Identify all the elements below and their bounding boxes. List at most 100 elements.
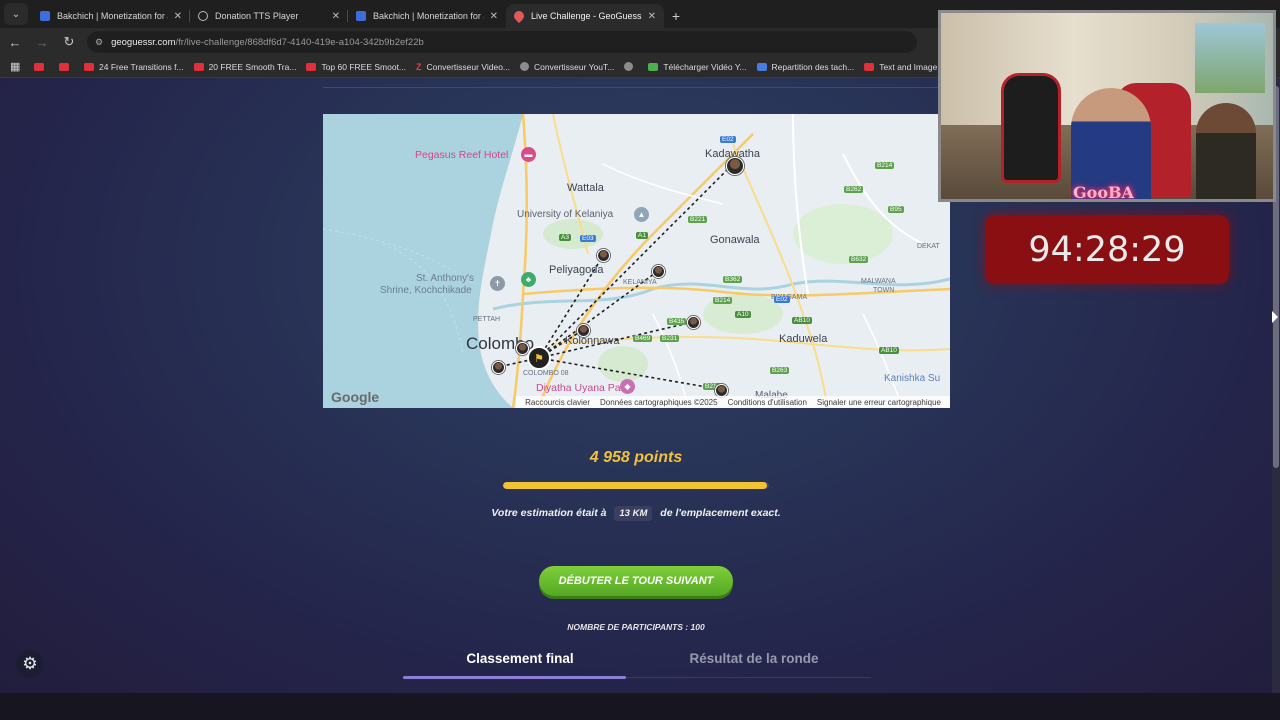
doc-icon [756, 62, 767, 71]
score-progress-fill [503, 482, 767, 489]
reload-icon[interactable]: ↻ [57, 30, 81, 54]
bookmark-item[interactable] [34, 62, 49, 71]
url-domain: geoguessr.com [111, 36, 176, 48]
gear-icon[interactable]: ⚙ [16, 650, 44, 678]
bookmark-list: 24 Free Transitions f... 20 FREE Smooth T… [24, 62, 958, 72]
bookmark-item[interactable]: 24 Free Transitions f... [84, 62, 184, 72]
map-label-university: University of Kelaniya [517, 209, 614, 220]
next-round-button[interactable]: DÉBUTER LE TOUR SUIVANT [539, 566, 733, 596]
close-icon[interactable]: ✕ [332, 11, 340, 22]
result-map[interactable]: Pegasus Reef Hotel ▬ Kadawatha Wattala U… [323, 114, 950, 408]
close-icon[interactable]: ✕ [648, 11, 656, 22]
bookmark-item[interactable]: Z Convertisseur Video... [416, 62, 510, 72]
neon-sign-logo: GooBA [1073, 183, 1134, 202]
map-label-kaduwela: Kaduwela [779, 333, 828, 345]
participants-count: NOMBRE DE PARTICIPANTS : 100 [567, 622, 705, 632]
bookmark-item[interactable]: 20 FREE Smooth Tra... [193, 61, 297, 72]
park-icon: ♣ [521, 272, 536, 287]
youtube-icon [84, 62, 94, 71]
viewer-person [1196, 103, 1256, 199]
keyboard-shortcuts-link[interactable]: Raccourcis clavier [525, 398, 590, 407]
player-avatar[interactable] [652, 265, 665, 278]
bookmark-item[interactable]: Convertisseur YouT... [520, 62, 614, 72]
map-label-diyatha: Diyatha Uyana Park [536, 382, 630, 394]
b-logo-icon [40, 11, 50, 21]
player-avatar[interactable] [577, 324, 590, 337]
map-label-dekata: DEKAT [917, 243, 940, 250]
download-icon [648, 62, 659, 71]
score-points: 4 958 points [589, 449, 683, 466]
school-icon: ▲ [634, 207, 649, 222]
bookmark-label: Convertisseur Video... [426, 61, 510, 72]
road-shield: AB10 [792, 317, 812, 324]
map-label-anthony: St. Anthony's [416, 273, 475, 284]
player-avatar[interactable] [492, 361, 505, 374]
road-shield: B469 [633, 335, 653, 342]
bookmark-label: Télécharger Vidéo Y... [663, 61, 747, 72]
bookmark-item[interactable] [624, 62, 638, 71]
correct-location-flag-icon[interactable]: ⚑ [527, 346, 551, 370]
gaming-chair [1001, 73, 1061, 183]
road-shield: B214 [875, 162, 895, 169]
bookmark-label: Convertisseur YouT... [534, 61, 615, 72]
map-label-colombo08: COLOMBO 08 [523, 370, 569, 377]
map-label-kanishka: Kanishka Su [884, 373, 941, 384]
road-shield: B435 [667, 318, 687, 325]
close-icon[interactable]: ✕ [174, 11, 182, 22]
road-shield: A3 [559, 234, 571, 241]
b-logo-icon [356, 11, 366, 21]
bookmark-label: 20 FREE Smooth Tra... [208, 61, 297, 72]
bookmark-item[interactable]: Top 60 FREE Smoot... [306, 62, 406, 72]
youtube-icon [306, 62, 317, 71]
player-avatar[interactable] [597, 249, 610, 262]
bookmark-item[interactable]: Télécharger Vidéo Y... [648, 61, 747, 72]
bottom-bar [0, 693, 1280, 720]
distance-text: Votre estimation était à 13 KM de l'empl… [0, 506, 1272, 521]
tab-round-result[interactable]: Résultat de la ronde [637, 648, 871, 677]
youtube-icon [864, 62, 875, 71]
youtube-icon [193, 62, 204, 71]
forward-arrow-icon[interactable]: → [30, 30, 54, 54]
estimate-suffix: de l'emplacement exact. [660, 507, 781, 519]
report-error-link[interactable]: Signaler une erreur cartographique [817, 398, 941, 407]
road-shield: E02 [720, 136, 736, 143]
map-label-malwana: MALWANA [861, 278, 896, 285]
youtube-icon [59, 62, 69, 71]
museum-icon: ◆ [620, 379, 635, 394]
browser-tab-2[interactable]: Donation TTS Player ✕ [190, 4, 348, 28]
google-logo: Google [331, 389, 380, 405]
browser-tab-3[interactable]: Bakchich | Monetization for afri ✕ [348, 4, 506, 28]
tab-search-chevron-icon[interactable]: ⌄ [4, 3, 28, 25]
bookmark-item[interactable] [59, 62, 74, 71]
player-avatar[interactable] [726, 157, 744, 175]
stream-timer: 94:28:29 [985, 215, 1229, 284]
hotel-icon: ▬ [521, 147, 536, 162]
bookmark-item[interactable]: Repartition des tach... [756, 61, 855, 72]
browser-tab-4-active[interactable]: Live Challenge - GeoGuessr ✕ [506, 4, 664, 28]
youtube-icon [34, 62, 44, 71]
map-attribution: Raccourcis clavier Données cartographiqu… [516, 396, 950, 408]
apps-grid-icon[interactable]: ▦ [10, 60, 24, 74]
player-avatar[interactable] [687, 316, 700, 329]
road-shield: B263 [770, 367, 790, 374]
church-icon: ✝ [490, 276, 505, 291]
close-icon[interactable]: ✕ [490, 11, 498, 22]
tab-final-ranking[interactable]: Classement final [403, 648, 637, 677]
tab-title: Bakchich | Monetization for afri [57, 11, 168, 21]
estimate-prefix: Votre estimation était à [491, 507, 607, 519]
terms-link[interactable]: Conditions d'utilisation [728, 398, 807, 407]
tab-title: Bakchich | Monetization for afri [373, 11, 484, 21]
road-shield: B214 [713, 297, 733, 304]
site-settings-icon[interactable]: ⚙ [95, 37, 103, 48]
road-shield: B362 [723, 276, 743, 283]
back-arrow-icon[interactable]: ← [3, 30, 27, 54]
distance-badge: 13 KM [614, 506, 653, 521]
results-tabs: Classement final Résultat de la ronde [403, 648, 871, 679]
map-pin-icon [511, 8, 527, 24]
gray-icon [520, 62, 529, 71]
browser-tab-1[interactable]: Bakchich | Monetization for afri ✕ [32, 4, 190, 28]
address-bar[interactable]: ⚙ geoguessr.com/fr/live-challenge/868df6… [87, 31, 917, 53]
new-tab-plus-icon[interactable]: + [664, 4, 688, 28]
road-shield: AB10 [879, 347, 899, 354]
bookmark-label: Repartition des tach... [771, 61, 855, 72]
